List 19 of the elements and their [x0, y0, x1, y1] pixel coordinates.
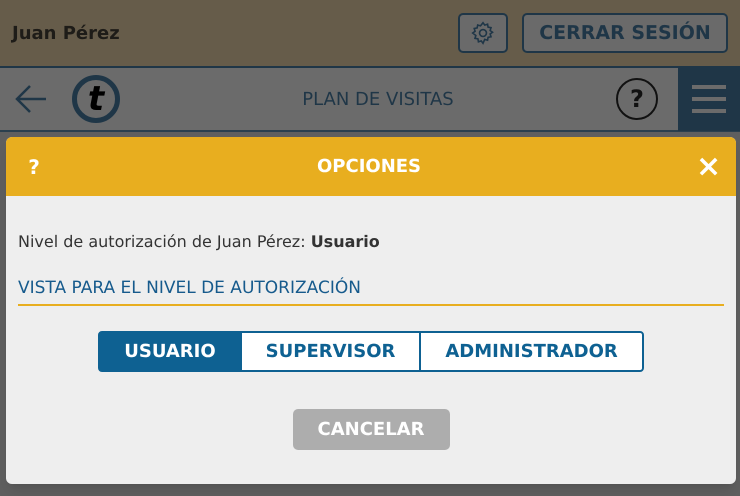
view-option-tab[interactable]: ADMINISTRADOR [419, 330, 644, 372]
back-arrow-icon[interactable] [14, 84, 48, 114]
settings-button[interactable] [458, 13, 508, 53]
dialog-title: OPCIONES [316, 155, 422, 179]
help-button[interactable]: ? [616, 78, 658, 120]
logo: t [72, 75, 120, 123]
view-option-tab[interactable]: USUARIO [98, 330, 242, 372]
help-button[interactable]: ? [26, 152, 42, 182]
section-title: VISTA PARA EL NIVEL DE AUTORIZACIÓN [18, 276, 724, 306]
cancel-button[interactable]: CANCELAR [292, 408, 450, 450]
menu-icon [692, 84, 726, 114]
view-option-tab[interactable]: SUPERVISOR [240, 330, 422, 372]
settings-icon [470, 20, 496, 46]
page-title: PLAN DE VISITAS [301, 88, 455, 112]
menu-button[interactable] [678, 67, 740, 131]
authorization-text: Nivel de autorización de Juan Pérez: Usuario [18, 231, 381, 253]
logout-button[interactable]: CERRAR SESIÓN [522, 13, 728, 53]
close-button[interactable]: × [696, 152, 716, 182]
user-name: Juan Pérez [12, 22, 121, 46]
